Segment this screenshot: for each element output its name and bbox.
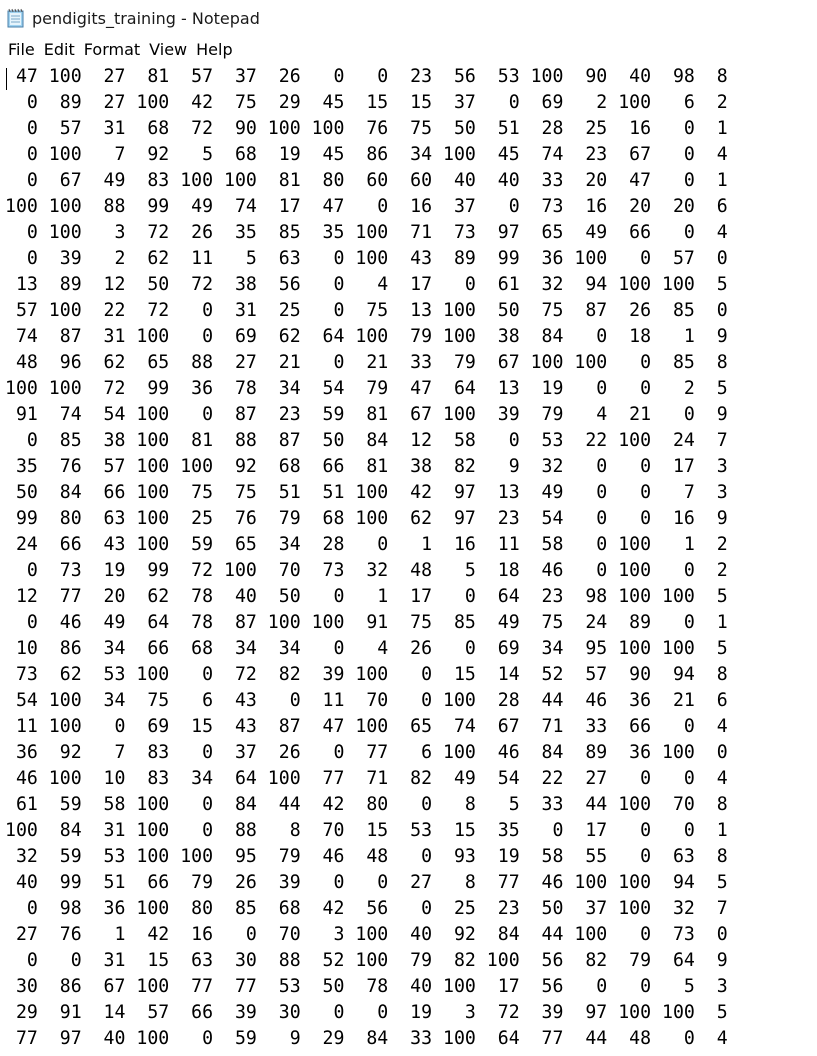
text-line: 48 96 62 65 88 27 21 0 21 33 79 67 100 1… — [5, 352, 728, 373]
document-text[interactable]: 47 100 27 81 57 37 26 0 0 23 56 53 100 9… — [0, 62, 817, 1052]
text-line: 11 100 0 69 15 43 87 47 100 65 74 67 71 … — [5, 716, 728, 737]
text-line: 0 100 7 92 5 68 19 45 86 34 100 45 74 23… — [5, 144, 728, 165]
text-line: 29 91 14 57 66 39 30 0 0 19 3 72 39 97 1… — [5, 1002, 728, 1023]
text-line: 100 84 31 100 0 88 8 70 15 53 15 35 0 17… — [5, 820, 728, 841]
text-line: 50 84 66 100 75 75 51 51 100 42 97 13 49… — [5, 482, 728, 503]
text-line: 73 62 53 100 0 72 82 39 100 0 15 14 52 5… — [5, 664, 728, 685]
menu-view[interactable]: View — [141, 40, 187, 59]
text-line: 57 100 22 72 0 31 25 0 75 13 100 50 75 8… — [5, 300, 728, 321]
text-line: 36 92 7 83 0 37 26 0 77 6 100 46 84 89 3… — [5, 742, 728, 763]
text-line: 24 66 43 100 59 65 34 28 0 1 16 11 58 0 … — [5, 534, 728, 555]
text-line: 12 77 20 62 78 40 50 0 1 17 0 64 23 98 1… — [5, 586, 728, 607]
notepad-icon — [7, 8, 24, 28]
text-line: 100 100 88 99 49 74 17 47 0 16 37 0 73 1… — [5, 196, 728, 217]
text-line: 0 46 49 64 78 87 100 100 91 75 85 49 75 … — [5, 612, 728, 633]
text-line: 30 86 67 100 77 77 53 50 78 40 100 17 56… — [5, 976, 728, 997]
menu-edit[interactable]: Edit — [36, 40, 75, 59]
text-line: 0 67 49 83 100 100 81 80 60 60 40 40 33 … — [5, 170, 728, 191]
window-title: pendigits_training - Notepad — [32, 8, 260, 28]
text-line: 0 89 27 100 42 75 29 45 15 15 37 0 69 2 … — [5, 92, 728, 113]
text-line: 35 76 57 100 100 92 68 66 81 38 82 9 32 … — [5, 456, 728, 477]
text-line: 0 57 31 68 72 90 100 100 76 75 50 51 28 … — [5, 118, 728, 139]
text-line: 91 74 54 100 0 87 23 59 81 67 100 39 79 … — [5, 404, 728, 425]
text-line: 99 80 63 100 25 76 79 68 100 62 97 23 54… — [5, 508, 728, 529]
text-line: 40 99 51 66 79 26 39 0 0 27 8 77 46 100 … — [5, 872, 728, 893]
text-line: 10 86 34 66 68 34 34 0 4 26 0 69 34 95 1… — [5, 638, 728, 659]
menu-format[interactable]: Format — [76, 40, 140, 59]
text-line: 27 76 1 42 16 0 70 3 100 40 92 84 44 100… — [5, 924, 728, 945]
text-line: 100 100 72 99 36 78 34 54 79 47 64 13 19… — [5, 378, 728, 399]
menu-file[interactable]: File — [0, 40, 35, 59]
text-line: 13 89 12 50 72 38 56 0 4 17 0 61 32 94 1… — [5, 274, 728, 295]
text-line: 32 59 53 100 100 95 79 46 48 0 93 19 58 … — [5, 846, 728, 867]
text-line: 47 100 27 81 57 37 26 0 0 23 56 53 100 9… — [5, 66, 728, 87]
text-line: 77 97 40 100 0 59 9 29 84 33 100 64 77 4… — [5, 1028, 728, 1049]
menu-bar: File Edit Format View Help — [0, 36, 817, 62]
text-line: 0 98 36 100 80 85 68 42 56 0 25 23 50 37… — [5, 898, 728, 919]
text-line: 0 100 3 72 26 35 85 35 100 71 73 97 65 4… — [5, 222, 728, 243]
text-line: 0 39 2 62 11 5 63 0 100 43 89 99 36 100 … — [5, 248, 728, 269]
title-bar: pendigits_training - Notepad — [0, 0, 817, 36]
text-caret — [6, 68, 7, 90]
text-line: 0 85 38 100 81 88 87 50 84 12 58 0 53 22… — [5, 430, 728, 451]
menu-help[interactable]: Help — [188, 40, 232, 59]
text-line: 54 100 34 75 6 43 0 11 70 0 100 28 44 46… — [5, 690, 728, 711]
text-line: 0 0 31 15 63 30 88 52 100 79 82 100 56 8… — [5, 950, 728, 971]
text-line: 0 73 19 99 72 100 70 73 32 48 5 18 46 0 … — [5, 560, 728, 581]
text-line: 74 87 31 100 0 69 62 64 100 79 100 38 84… — [5, 326, 728, 347]
text-line: 46 100 10 83 34 64 100 77 71 82 49 54 22… — [5, 768, 728, 789]
text-line: 61 59 58 100 0 84 44 42 80 0 8 5 33 44 1… — [5, 794, 728, 815]
text-editor[interactable]: 47 100 27 81 57 37 26 0 0 23 56 53 100 9… — [0, 62, 817, 1056]
